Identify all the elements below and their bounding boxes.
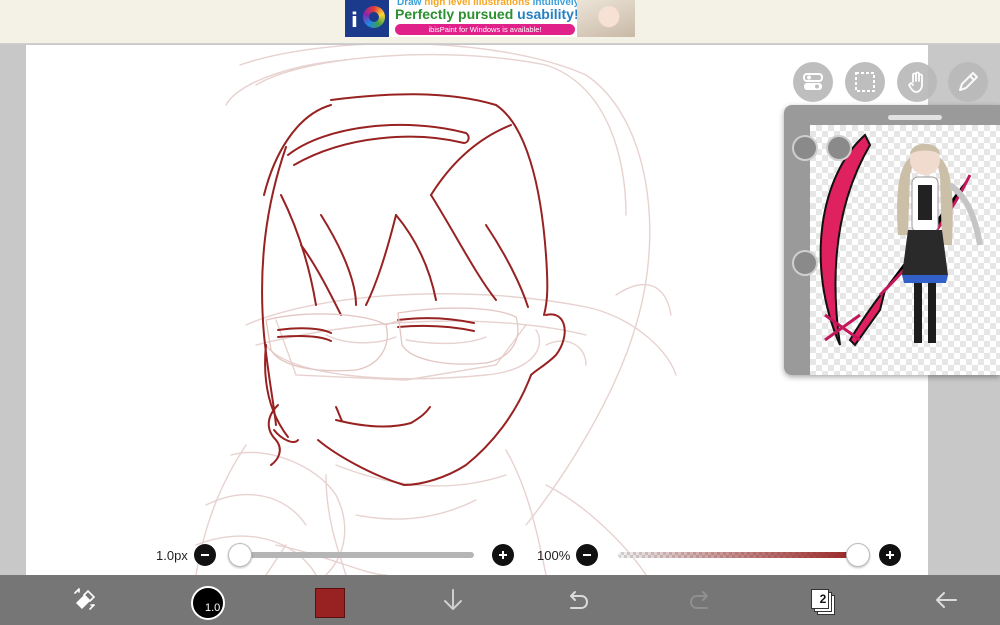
- undo-icon: [570, 591, 589, 609]
- hand-icon: [908, 71, 923, 93]
- brush-size-increase-button[interactable]: [492, 544, 514, 566]
- tool-selection-button[interactable]: [70, 585, 100, 615]
- layers-button[interactable]: 2: [811, 589, 835, 615]
- brush-size-slider-thumb[interactable]: [228, 543, 252, 567]
- minus-icon: [201, 554, 209, 556]
- ad-headline-highlight: usability!: [517, 6, 579, 22]
- ad-headline: Perfectly pursued usability!: [395, 6, 579, 22]
- brush-size-label: 1.0px: [156, 548, 188, 563]
- reference-window-handle[interactable]: [888, 115, 942, 120]
- pen-icon: [959, 72, 978, 91]
- back-arrow-icon: [936, 592, 957, 608]
- frame-button[interactable]: [845, 62, 885, 102]
- brush-opacity-slider-thumb[interactable]: [846, 543, 870, 567]
- reference-character-art: [819, 133, 983, 347]
- brush-opacity-slider[interactable]: [618, 552, 858, 558]
- move-down-arrow-icon: [444, 589, 462, 610]
- move-down-button[interactable]: [438, 585, 468, 615]
- brush-opacity-decrease-button[interactable]: [576, 544, 598, 566]
- pen-tool-button[interactable]: [948, 62, 988, 102]
- brush-size-decrease-button[interactable]: [194, 544, 216, 566]
- brush-size-indicator-value: 1.0: [205, 602, 221, 614]
- reference-image[interactable]: [810, 125, 1000, 375]
- transform-eraser-icon: [74, 588, 96, 610]
- reference-window[interactable]: [784, 105, 1000, 375]
- redo-icon: [689, 591, 708, 609]
- canvas-gutter-left: [0, 45, 26, 575]
- plus-icon: [886, 551, 894, 559]
- reference-collapse-button[interactable]: [792, 250, 818, 276]
- brush-size-slider[interactable]: [240, 552, 474, 558]
- layer-count: 2: [819, 592, 827, 606]
- reference-settings-icon: [803, 73, 823, 90]
- reference-settings-button[interactable]: [793, 62, 833, 102]
- frame-icon: [855, 72, 875, 92]
- ad-pill: ibisPaint for Windows is available!: [395, 24, 575, 35]
- brush-opacity-increase-button[interactable]: [879, 544, 901, 566]
- redo-button[interactable]: [686, 585, 716, 615]
- back-button[interactable]: [931, 585, 961, 615]
- plus-icon: [499, 551, 507, 559]
- bottom-toolbar: [0, 575, 1000, 625]
- ibispaint-logo: i: [345, 0, 389, 37]
- hand-tool-button[interactable]: [897, 62, 937, 102]
- color-swatch-button[interactable]: [315, 588, 345, 618]
- brush-opacity-label: 100%: [537, 548, 571, 563]
- minus-icon: [583, 554, 591, 556]
- ad-headline-text: Perfectly pursued: [395, 6, 518, 22]
- undo-button[interactable]: [562, 585, 592, 615]
- ad-character-image: [577, 0, 635, 37]
- reference-fit-button[interactable]: [792, 135, 818, 161]
- ad-banner[interactable]: i Draw high level illustrations intuitiv…: [345, 0, 635, 37]
- reference-menu-button[interactable]: [826, 135, 852, 161]
